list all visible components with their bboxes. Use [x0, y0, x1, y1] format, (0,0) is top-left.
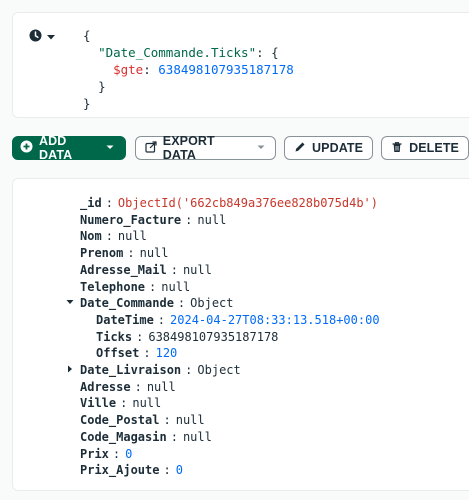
field-separator: : — [112, 446, 121, 461]
field-separator: : — [105, 195, 113, 210]
query-value: 638498107935187178 — [158, 62, 294, 77]
field-separator: : — [157, 312, 166, 327]
field-value: Object — [197, 362, 241, 377]
field-value: null — [132, 395, 162, 410]
field-separator: : — [163, 412, 171, 427]
field-separator: : — [127, 245, 135, 260]
field-key: Numero_Facture — [80, 212, 182, 227]
field-separator: : — [134, 379, 142, 394]
field-separator: : — [185, 362, 193, 377]
field-value: null — [146, 379, 176, 394]
query-operator-colon: : — [143, 62, 151, 77]
query-history-button[interactable] — [29, 29, 56, 47]
clock-icon — [29, 29, 42, 47]
field-value: null — [197, 212, 227, 227]
document-field[interactable]: _id: ObjectId('662cb849a376ee828b075d4b') — [80, 194, 378, 211]
field-key: Code_Magasin — [80, 429, 167, 444]
document-field[interactable]: Date_Livraison: Object — [68, 361, 241, 378]
document-field[interactable]: Date_Commande: Object — [66, 294, 234, 311]
plus-circle-icon — [20, 140, 33, 156]
document-field[interactable]: Numero_Facture: null — [80, 211, 226, 228]
field-separator: : — [149, 279, 157, 294]
query-field-name: "Date_Commande.Ticks" — [98, 45, 257, 60]
field-key: Prix — [80, 446, 109, 461]
field-value: ObjectId('662cb849a376ee828b075d4b') — [117, 195, 379, 210]
field-separator: : — [136, 329, 144, 344]
field-separator: : — [170, 262, 178, 277]
add-data-label: ADD DATA — [39, 134, 73, 162]
field-separator: : — [185, 212, 193, 227]
query-filter-card: { "Date_Commande.Ticks": { $gte: 6384981… — [12, 12, 469, 118]
query-colon-brace: : { — [256, 45, 279, 60]
document-field[interactable]: Prenom: null — [80, 244, 169, 261]
field-separator: : — [143, 345, 151, 360]
update-label: UPDATE — [312, 141, 364, 155]
field-separator: : — [177, 295, 186, 310]
document-field[interactable]: Prix:0 — [80, 445, 132, 462]
document-field[interactable]: Telephone: null — [80, 278, 190, 295]
field-value: 638498107935187178 — [148, 329, 279, 344]
field-key: _id — [80, 195, 102, 210]
field-value: null — [161, 279, 191, 294]
field-key: Date_Commande — [80, 295, 174, 310]
query-operator: $gte — [113, 62, 144, 77]
field-value: null — [139, 245, 169, 260]
field-key: Code_Postal — [80, 412, 160, 427]
field-value: 120 — [155, 345, 178, 360]
document-field[interactable]: Nom: null — [80, 227, 147, 244]
delete-label: DELETE — [409, 141, 459, 155]
document-field[interactable]: Adresse_Mail: null — [80, 261, 212, 278]
caret-down-icon[interactable] — [65, 297, 75, 307]
caret-right-icon[interactable] — [65, 364, 75, 374]
document-field[interactable]: Offset:120 — [96, 344, 177, 361]
field-value: Object — [190, 295, 234, 310]
query-editor[interactable]: { "Date_Commande.Ticks": { $gte: 6384981… — [83, 27, 294, 112]
query-close-outer: } — [83, 96, 91, 111]
caret-down-icon — [105, 141, 115, 155]
field-key: Telephone — [80, 279, 146, 294]
field-value: 0 — [125, 446, 133, 461]
field-value: null — [182, 429, 212, 444]
export-data-label: EXPORT DATA — [162, 134, 215, 162]
document-card: _id: ObjectId('662cb849a376ee828b075d4b')… — [12, 178, 469, 491]
field-key: Adresse — [80, 379, 131, 394]
field-key: Adresse_Mail — [80, 262, 167, 277]
document-toolbar: ADD DATA EXPORT DATA UPDATE DELETE — [12, 134, 469, 162]
export-icon — [145, 140, 157, 156]
field-key: Nom — [80, 228, 102, 243]
field-key: Offset — [96, 345, 140, 360]
field-value: null — [182, 262, 212, 277]
field-value: 2024-04-27T08:33:13.518+00:00 — [170, 312, 380, 327]
delete-button[interactable]: DELETE — [381, 136, 469, 160]
pencil-icon — [294, 141, 306, 156]
document-field[interactable]: Prix_Ajoute:0 — [80, 461, 183, 478]
document-field[interactable]: Ticks:638498107935187178 — [96, 328, 278, 345]
field-key: Ticks — [96, 329, 133, 344]
document-field[interactable]: Ville: null — [80, 394, 161, 411]
field-separator: : — [170, 429, 178, 444]
field-separator: : — [105, 228, 113, 243]
field-value: null — [175, 412, 205, 427]
field-separator: : — [120, 395, 128, 410]
query-open-brace: { — [83, 28, 91, 43]
caret-down-icon — [46, 29, 56, 47]
field-value: null — [117, 228, 147, 243]
document-field[interactable]: Code_Postal: null — [80, 411, 205, 428]
update-button[interactable]: UPDATE — [284, 136, 374, 160]
field-key: Prenom — [80, 245, 124, 260]
field-key: DateTime — [96, 312, 154, 327]
trash-icon — [391, 141, 403, 156]
field-key: Prix_Ajoute — [80, 462, 160, 477]
field-key: Date_Livraison — [80, 362, 182, 377]
document-field[interactable]: DateTime:2024-04-27T08:33:13.518+00:00 — [96, 311, 380, 328]
document-field[interactable]: Code_Magasin: null — [80, 428, 212, 445]
caret-down-icon — [256, 141, 266, 155]
add-data-button[interactable]: ADD DATA — [12, 134, 126, 162]
query-close-inner: } — [98, 79, 106, 94]
export-data-button[interactable]: EXPORT DATA — [134, 134, 276, 162]
field-value: 0 — [175, 462, 183, 477]
field-key: Ville — [80, 395, 117, 410]
field-separator: : — [163, 462, 171, 477]
document-field[interactable]: Adresse: null — [80, 378, 176, 395]
